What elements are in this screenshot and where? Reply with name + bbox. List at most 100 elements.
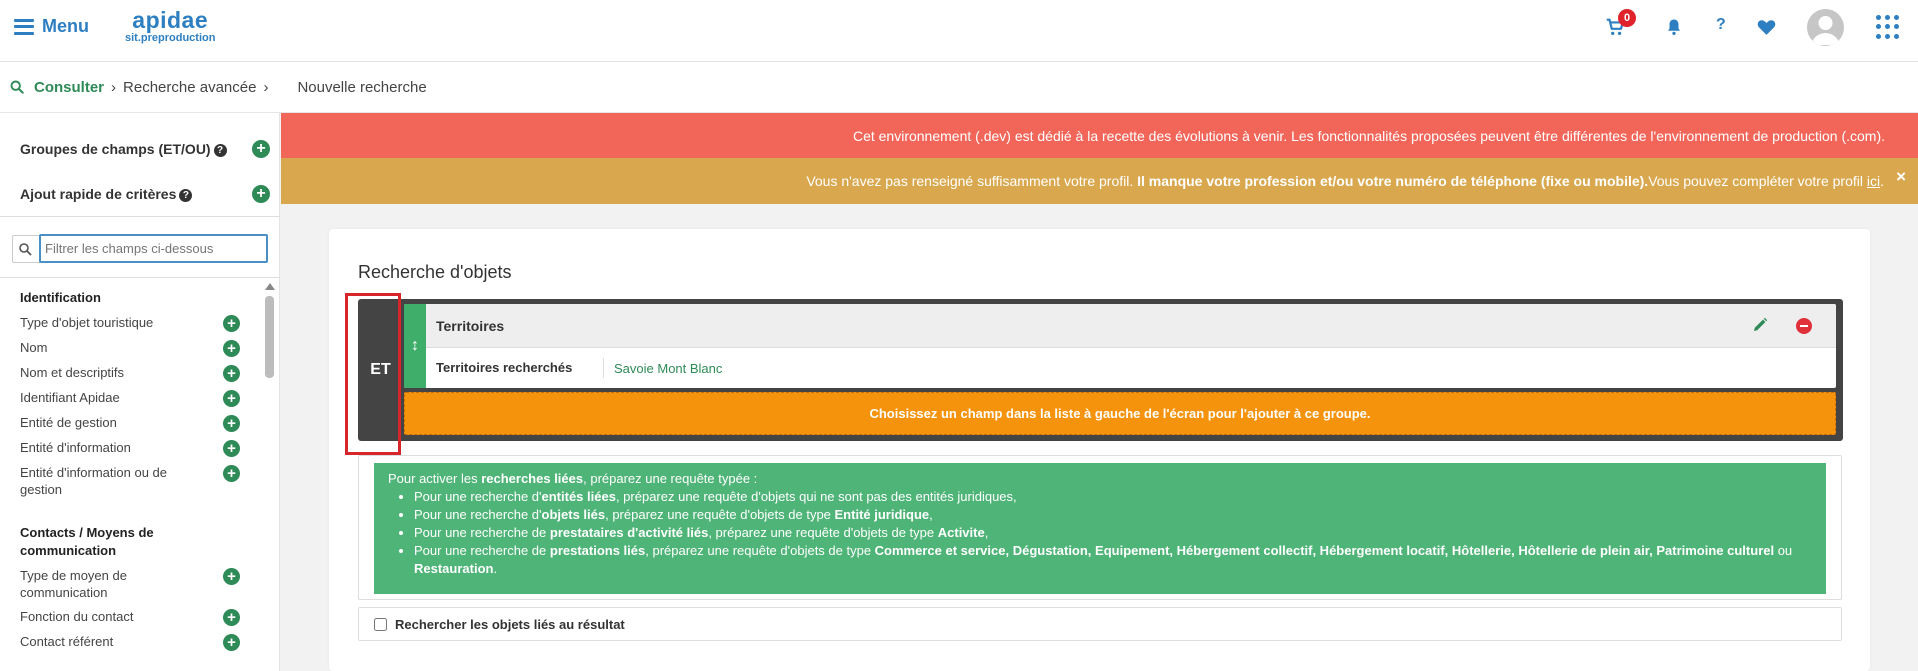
field-label: Identifiant Apidae [20, 390, 120, 405]
field-item[interactable]: Nom et descriptifs + [20, 364, 240, 382]
add-field-dropzone[interactable]: Choisissez un champ dans la liste à gauc… [404, 392, 1836, 435]
apps-dot [1885, 15, 1890, 20]
info-item: Pour une recherche d'objets liés, prépar… [414, 506, 1812, 524]
apps-dot [1885, 33, 1890, 39]
info-list: Pour une recherche d'entités liées, prép… [414, 488, 1812, 578]
chevron-right-icon: › [111, 78, 117, 96]
section-title: Identification [20, 290, 101, 305]
info-item: Pour une recherche d'entités liées, prép… [414, 488, 1812, 506]
dev-banner-text: Cet environnement (.dev) est dédié à la … [852, 127, 1885, 144]
notifications-button[interactable] [1665, 18, 1685, 38]
profile-link[interactable]: ici [1867, 173, 1880, 189]
apps-dot [1876, 15, 1881, 20]
apidae-logo[interactable]: apidae sit.preproduction [125, 9, 215, 44]
close-icon[interactable]: × [1896, 167, 1906, 187]
add-field-button[interactable]: + [223, 568, 240, 585]
add-field-button[interactable]: + [223, 465, 240, 482]
menu-label: Menu [42, 16, 89, 36]
add-field-button[interactable]: + [223, 440, 240, 457]
criterion-card: ↕ Territoires Territoires recherchés Sav… [404, 304, 1836, 388]
apps-dot [1876, 24, 1881, 30]
apps-dot [1885, 24, 1890, 30]
add-field-button[interactable]: + [223, 340, 240, 357]
field-item[interactable]: Identifiant Apidae + [20, 389, 240, 407]
cart-button[interactable]: 0 [1604, 9, 1636, 40]
divider [0, 277, 280, 278]
search-icon [10, 80, 24, 94]
help-icon[interactable]: ? [213, 144, 227, 157]
linked-objects-label: Rechercher les objets liés au résultat [395, 616, 625, 632]
add-field-button[interactable]: + [223, 390, 240, 407]
page-title: Recherche d'objets [358, 262, 512, 282]
help-button[interactable]: ? [1716, 16, 1726, 34]
field-item[interactable]: Entité d'information ou de gestion + [20, 464, 240, 498]
logo-sub-text: sit.preproduction [125, 32, 216, 44]
field-label: Entité d'information [20, 440, 131, 455]
quick-add-row: Ajout rapide de critères? + [20, 185, 270, 203]
field-item[interactable]: Type d'objet touristique + [20, 314, 240, 332]
add-field-button[interactable]: + [223, 365, 240, 382]
linked-objects-checkbox[interactable] [374, 617, 387, 631]
field-item[interactable]: Entité de gestion + [20, 414, 240, 432]
bell-icon [1668, 19, 1680, 36]
scroll-up-icon[interactable] [265, 283, 275, 290]
profile-banner-text: Vous n'avez pas renseigné suffisamment v… [806, 173, 1884, 189]
sidebar-scrollbar[interactable] [264, 283, 275, 671]
profile-warning-banner: Vous n'avez pas renseigné suffisamment v… [281, 158, 1918, 204]
menu-button[interactable]: Menu [14, 16, 89, 37]
field-label: Entité d'information ou de gestion [20, 465, 168, 497]
heart-icon [1757, 20, 1776, 35]
criterion-value[interactable]: Savoie Mont Blanc [604, 361, 722, 376]
add-field-button[interactable]: + [223, 315, 240, 332]
field-label: Type de moyen de communication [20, 568, 127, 600]
favorites-button[interactable] [1757, 18, 1779, 38]
add-field-button[interactable]: + [223, 609, 240, 626]
drag-handle-icon[interactable]: ↕ [404, 304, 426, 388]
field-label: Type d'objet touristique [20, 315, 154, 330]
filter-fields-input[interactable] [39, 234, 268, 263]
info-intro: Pour activer les recherches liées, prépa… [388, 471, 758, 486]
field-item[interactable]: Nom + [20, 339, 240, 357]
quick-add-label: Ajout rapide de critères [20, 186, 177, 202]
criterion-row: Territoires recherchés Savoie Mont Blanc [426, 348, 1836, 388]
linked-search-info: Pour activer les recherches liées, prépa… [374, 463, 1826, 594]
field-label: Fonction du contact [20, 609, 134, 624]
breadcrumb-current: Nouvelle recherche [297, 78, 427, 96]
sidebar: Groupes de champs (ET/OU)? + Ajout rapid… [0, 113, 280, 671]
groups-label: Groupes de champs (ET/OU) [20, 141, 211, 157]
dev-environment-banner: Cet environnement (.dev) est dédié à la … [281, 113, 1918, 158]
user-avatar[interactable] [1807, 9, 1844, 46]
pencil-icon [1754, 317, 1768, 331]
criterion-key: Territoires recherchés [426, 358, 604, 378]
search-card: Recherche d'objets ET [329, 229, 1870, 671]
apps-dot [1894, 15, 1899, 20]
linked-objects-option[interactable]: Rechercher les objets liés au résultat [358, 607, 1842, 641]
user-icon [1811, 16, 1840, 45]
highlight-box [345, 293, 401, 455]
apps-dot [1894, 33, 1899, 39]
section-title: Contacts / Moyens de communication [20, 525, 154, 558]
quick-add-button[interactable]: + [252, 185, 270, 203]
breadcrumb-consulter[interactable]: Consulter [34, 79, 104, 96]
hamburger-icon [14, 18, 34, 35]
field-item[interactable]: Fonction du contact + [20, 608, 240, 626]
scroll-thumb[interactable] [265, 296, 274, 378]
apps-dot [1876, 33, 1881, 39]
add-group-button[interactable]: + [252, 140, 270, 158]
top-bar: Menu apidae sit.preproduction 0 ? [0, 0, 1918, 62]
cart-count-badge: 0 [1618, 9, 1636, 27]
groups-row: Groupes de champs (ET/OU)? + [20, 140, 270, 158]
field-item[interactable]: Entité d'information + [20, 439, 240, 457]
field-label: Nom [20, 340, 48, 355]
add-field-button[interactable]: + [223, 415, 240, 432]
field-item[interactable]: Type de moyen de communication + [20, 567, 240, 601]
field-list: Identification Type d'objet touristique +… [20, 289, 240, 658]
add-field-button[interactable]: + [223, 634, 240, 651]
remove-criterion-button[interactable] [1796, 318, 1812, 334]
breadcrumb-advanced-search[interactable]: Recherche avancée [123, 79, 256, 96]
apps-grid-button[interactable] [1876, 15, 1900, 39]
field-item[interactable]: Contact référent + [20, 633, 240, 651]
field-label: Nom et descriptifs [20, 365, 125, 380]
help-icon[interactable]: ? [179, 189, 193, 202]
edit-criterion-button[interactable] [1752, 317, 1769, 334]
